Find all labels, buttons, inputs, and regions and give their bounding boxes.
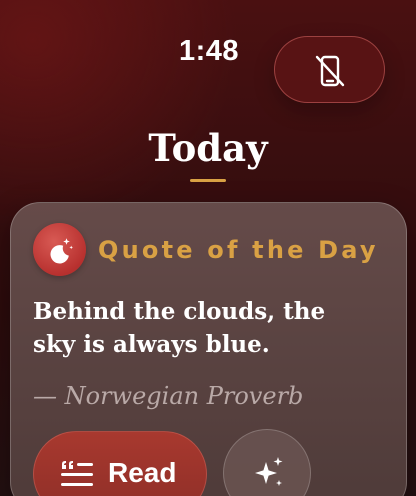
moon-stars-icon [50,238,73,264]
sparkles-icon [255,457,283,486]
phone-off-button[interactable] [274,36,385,103]
read-button-label: Read [108,457,177,488]
card-heading: Quote of the Day [98,236,379,264]
quote-text: Behind the clouds, the sky is always blu… [33,298,326,358]
quote-lines-icon [61,461,93,486]
status-time: 1:48 [178,35,240,67]
quote-author: — Norwegian Proverb [33,382,304,410]
title-underline [190,179,226,182]
read-button[interactable]: Read [33,431,207,496]
phone-off-icon [315,55,345,87]
quote-of-the-day-card[interactable]: Quote of the Day Behind the clouds, the … [10,202,407,496]
page-title: Today [148,126,268,170]
moon-badge [33,223,86,276]
sparkle-button[interactable] [223,429,311,496]
